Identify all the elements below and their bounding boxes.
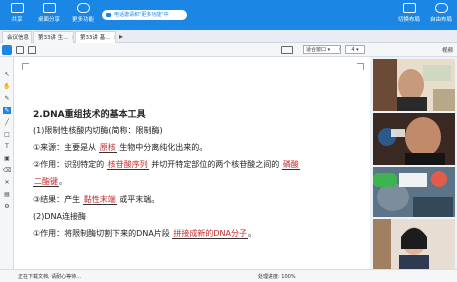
page-number-value: 4 — [351, 47, 355, 53]
free-layout-button[interactable]: 自由布局 — [426, 3, 456, 23]
more-features-label: 更多功能 — [71, 17, 94, 23]
text-line: ①作用：将限制酶切割下来的DNA片段 拼接成新的DNA分子。 — [33, 228, 256, 239]
tab-lecture-33-a[interactable]: 第33讲 生...× — [33, 31, 74, 43]
text-fragment: ①来源：主要是从 — [33, 143, 97, 152]
left-tool-palette: ↖ ✋ ✎ ✎ ╱ □ T ▣ ⌫ ✕ ▤ ⚙ — [0, 57, 14, 269]
answer-blank: 磷酸 — [281, 160, 300, 170]
document-tabs: 会议信息 第33讲 生...× 第33讲 基...× ▸ — [0, 30, 457, 43]
desktop-share-label: 桌面分享 — [37, 17, 60, 23]
eraser-icon[interactable]: ⌫ — [3, 167, 11, 174]
participant-video[interactable] — [373, 219, 455, 269]
pen-icon[interactable]: ✎ — [3, 107, 11, 114]
annotation-toolbar: 适合窗口 ▾ / 4 ▾ — [0, 43, 370, 57]
participant-video[interactable] — [373, 59, 455, 111]
text-line: ②作用：识别特定的 核苷酸序列 并切开特定部位的两个核苷酸之间的 磷酸 — [33, 159, 300, 170]
section-heading: 2.DNA重组技术的基本工具 — [33, 110, 146, 120]
add-tab-icon[interactable]: ▸ — [119, 31, 123, 42]
speaker-icon — [106, 13, 111, 17]
participant-avatar-image — [373, 113, 455, 165]
desktop-share-icon — [42, 3, 56, 13]
participant-avatar-image — [373, 167, 455, 217]
free-layout-icon — [434, 3, 448, 13]
pointer-tool-icon[interactable] — [28, 46, 36, 54]
share-label: 共享 — [11, 17, 23, 23]
status-bar: 正在下载文档, 请耐心等待... 处理进度: 100% — [0, 269, 457, 282]
subsection-title: (1)限制性核酸内切酶(简称：限制酶) — [33, 126, 163, 135]
brush-icon[interactable]: ✎ — [3, 95, 11, 102]
answer-blank: 原核 — [98, 143, 117, 153]
zoom-select[interactable]: 适合窗口 ▾ — [303, 45, 341, 54]
cursor-icon[interactable]: ↖ — [3, 71, 11, 78]
participant-video[interactable] — [373, 167, 455, 217]
answer-blank: 黏性末端 — [82, 195, 117, 205]
speaker-tip-text: 电话邀请和"更多功能"中 — [114, 12, 169, 18]
zoom-value: 适合窗口 — [306, 47, 327, 53]
text-icon[interactable]: T — [3, 143, 11, 150]
image-icon[interactable]: ▣ — [3, 155, 11, 162]
tab-meeting-info[interactable]: 会议信息 — [2, 31, 32, 43]
tab-label: 第33讲 生... — [38, 35, 69, 41]
progress-status: 处理进度: 100% — [258, 274, 296, 280]
more-icon — [76, 3, 90, 13]
subsection-title: (2)DNA连接酶 — [33, 212, 86, 221]
switch-layout-button[interactable]: 切换布局 — [394, 3, 424, 23]
pen-tool-icon[interactable] — [2, 45, 12, 55]
page-separator: / — [339, 46, 341, 52]
participant-avatar-image — [373, 219, 455, 269]
answer-blank: 拼接成新的DNA分子 — [172, 229, 248, 239]
text-fragment: 生物中分离纯化出来的。 — [119, 143, 208, 152]
page-view-icon[interactable] — [281, 46, 293, 54]
text-fragment: 。 — [59, 177, 67, 186]
speaker-tip: 电话邀请和"更多功能"中 — [102, 10, 187, 20]
top-toolbar: 共享 桌面分享 更多功能 电话邀请和"更多功能"中 切换布局 自由布局 — [0, 0, 457, 30]
share-icon — [10, 3, 24, 13]
page-corner-mark — [357, 63, 364, 70]
text-fragment: 。 — [247, 229, 256, 238]
layout-icon — [402, 3, 416, 13]
hand-icon[interactable]: ✋ — [3, 83, 11, 90]
share-button[interactable]: 共享 — [2, 3, 32, 23]
close-icon[interactable]: × — [72, 35, 74, 41]
document-page: 2.DNA重组技术的基本工具 (1)限制性核酸内切酶(简称：限制酶) ①来源：主… — [18, 57, 368, 269]
shape-tool-icon[interactable] — [16, 46, 24, 54]
tab-lecture-33-b[interactable]: 第33讲 基...× — [75, 31, 116, 43]
close-icon[interactable]: × — [114, 35, 116, 41]
download-status: 正在下载文档, 请耐心等待... — [18, 274, 81, 280]
answer-blank: 核苷酸序列 — [106, 160, 149, 170]
text-fragment: 或平末端。 — [119, 195, 160, 204]
settings-icon[interactable]: ⚙ — [3, 203, 11, 210]
tab-label: 会议信息 — [7, 35, 30, 41]
text-line: 二酯键。 — [33, 176, 67, 187]
delete-icon[interactable]: ▤ — [3, 191, 11, 198]
desktop-share-button[interactable]: 桌面分享 — [34, 3, 64, 23]
sidebar-header: 视频 — [370, 43, 457, 57]
page-number-input[interactable]: 4 ▾ — [345, 45, 365, 54]
rectangle-icon[interactable]: □ — [3, 131, 11, 138]
text-fragment: ①作用：将限制酶切割下来的DNA片段 — [33, 229, 170, 238]
sidebar-tab-video[interactable]: 视频 — [442, 46, 453, 54]
text-fragment: ②作用：识别特定的 — [33, 160, 105, 169]
participant-avatar-image — [373, 59, 455, 111]
video-sidebar: 视频 — [370, 43, 457, 269]
text-fragment: 并切开特定部位的两个核苷酸之间的 — [151, 160, 280, 169]
participant-video[interactable] — [373, 113, 455, 165]
text-fragment: ③结果：产生 — [33, 195, 81, 204]
free-layout-label: 自由布局 — [429, 17, 452, 23]
page-corner-mark — [22, 63, 29, 70]
text-line: ③结果：产生 黏性末端 或平末端。 — [33, 194, 159, 205]
line-icon[interactable]: ╱ — [3, 119, 11, 126]
text-line: ①来源：主要是从 原核 生物中分离纯化出来的。 — [33, 142, 207, 153]
switch-layout-label: 切换布局 — [397, 17, 420, 23]
answer-blank: 二酯键 — [33, 177, 59, 187]
more-features-button[interactable]: 更多功能 — [68, 3, 98, 23]
clear-icon[interactable]: ✕ — [3, 179, 11, 186]
tab-label: 第33讲 基... — [80, 35, 111, 41]
